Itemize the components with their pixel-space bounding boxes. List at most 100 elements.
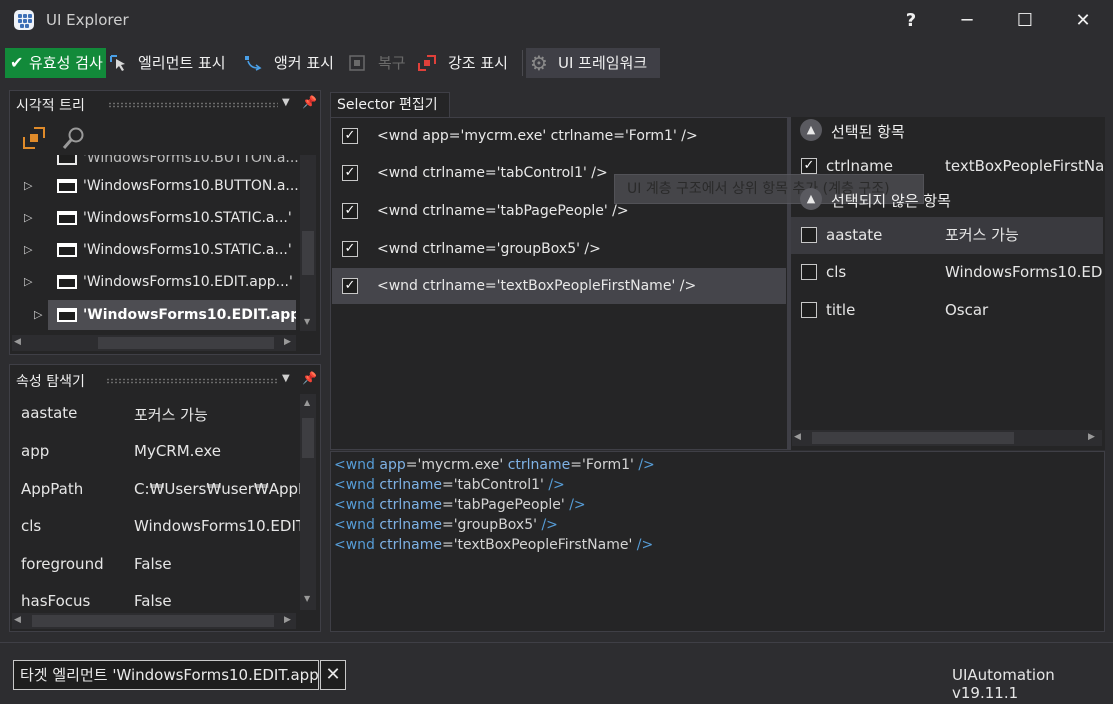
panel-menu-chevron-icon[interactable]: ▼	[282, 97, 290, 108]
toolbar-divider	[522, 50, 523, 76]
property-name: foreground	[21, 555, 104, 573]
select-target-icon[interactable]	[22, 126, 46, 150]
property-horizontal-scrollbar[interactable]: ◀ ▶	[12, 613, 296, 629]
validate-button[interactable]: ✔ 유효성 검사	[5, 48, 106, 78]
minimize-button[interactable]: ─	[950, 6, 984, 36]
tree-item[interactable]: ▷ 'WindowsForms10.BUTTON.a...'	[10, 171, 300, 201]
panel-grip[interactable]	[108, 102, 278, 108]
attribute-row[interactable]: aastate 포커스 가능	[791, 217, 1103, 254]
scroll-up-icon[interactable]: ▲	[304, 398, 310, 407]
scrollbar-thumb[interactable]	[32, 615, 274, 627]
node-text: <wnd ctrlname='groupBox5' />	[377, 241, 601, 257]
expand-arrow-icon[interactable]: ▷	[24, 171, 32, 201]
tree-horizontal-scrollbar[interactable]: ◀ ▶	[12, 335, 296, 351]
scroll-right-icon[interactable]: ▶	[284, 615, 291, 625]
xml-attr: ctrlname	[379, 497, 442, 513]
selector-node[interactable]: ✓ <wnd ctrlname='groupBox5' />	[332, 231, 786, 267]
target-element-field[interactable]: 타겟 엘리먼트 'WindowsForms10.EDIT.app...'	[13, 660, 319, 690]
expand-arrow-icon[interactable]: ▷	[24, 235, 32, 265]
ui-framework-label: UI 프레임워크	[558, 54, 648, 72]
xml-bracket: />	[569, 497, 586, 513]
attribute-checkbox[interactable]	[801, 227, 817, 243]
attribute-checkbox[interactable]	[801, 264, 817, 280]
preview-line: <wnd ctrlname='tabPagePeople' />	[334, 497, 586, 513]
selector-node-selected[interactable]: ✓ <wnd ctrlname='textBoxPeopleFirstName'…	[332, 268, 786, 304]
scrollbar-thumb[interactable]	[302, 231, 314, 275]
xml-value: 'tabPagePeople'	[453, 497, 565, 513]
tree-item[interactable]: ▷ 'WindowsForms10.STATIC.a...'	[10, 203, 300, 233]
property-name: cls	[21, 517, 42, 535]
version-label: UIAutomation v19.11.1	[952, 666, 1055, 702]
selector-preview[interactable]: <wnd app='mycrm.exe' ctrlname='Form1' />…	[330, 451, 1105, 632]
window-title: UI Explorer	[46, 11, 129, 29]
tree-vertical-scrollbar[interactable]: ▼	[300, 155, 316, 331]
expand-arrow-icon[interactable]: ▷	[24, 203, 32, 233]
xml-attr: ctrlname	[379, 537, 442, 553]
node-checkbox[interactable]: ✓	[342, 278, 358, 294]
scroll-right-icon[interactable]: ▶	[284, 337, 291, 347]
maximize-button[interactable]: ☐	[1008, 6, 1042, 36]
scroll-left-icon[interactable]: ◀	[14, 615, 21, 625]
xml-tag: wnd	[345, 457, 375, 473]
window-icon	[57, 275, 77, 289]
tree-item-selected[interactable]: 'WindowsForms10.EDIT.app...'	[48, 300, 296, 330]
xml-tag: wnd	[345, 477, 375, 493]
expand-arrow-icon[interactable]: ▷	[24, 267, 32, 297]
pin-icon[interactable]: 📌	[302, 371, 317, 385]
close-button[interactable]: ✕	[1066, 6, 1100, 36]
scroll-down-icon[interactable]: ▼	[304, 594, 310, 603]
tab-selector-editor[interactable]: Selector 편집기	[330, 92, 450, 118]
preview-line: <wnd ctrlname='groupBox5' />	[334, 517, 558, 533]
tree-item[interactable]: ▷ 'WindowsForms10.EDIT.app...'	[10, 267, 300, 297]
node-checkbox[interactable]: ✓	[342, 165, 358, 181]
attribute-row[interactable]: cls WindowsForms10.EDIT.app	[791, 254, 1103, 291]
ui-framework-button[interactable]: ⚙ UI 프레임워크	[526, 48, 660, 78]
tree-item[interactable]: ▷ 'WindowsForms10.STATIC.a...'	[10, 235, 300, 265]
scrollbar-thumb[interactable]	[98, 337, 274, 349]
attributes-horizontal-scrollbar[interactable]: ◀ ▶	[792, 430, 1102, 446]
scrollbar-thumb[interactable]	[302, 418, 314, 458]
expand-arrow-icon[interactable]: ▷	[34, 300, 42, 330]
xml-attr: ctrlname	[507, 457, 571, 473]
help-button[interactable]: ?	[894, 6, 928, 36]
property-value: False	[134, 592, 172, 610]
property-vertical-scrollbar[interactable]: ▲ ▼	[300, 394, 316, 610]
node-checkbox[interactable]: ✓	[342, 203, 358, 219]
scroll-down-icon[interactable]: ▼	[304, 317, 310, 326]
highlight-button[interactable]: 강조 표시	[418, 48, 518, 78]
xml-bracket: />	[541, 517, 558, 533]
preview-line: <wnd app='mycrm.exe' ctrlname='Form1' />	[334, 457, 655, 473]
collapse-icon[interactable]: ▲	[800, 188, 822, 210]
clear-target-button[interactable]: ✕	[320, 660, 346, 690]
node-checkbox[interactable]: ✓	[342, 128, 358, 144]
xml-bracket: <	[334, 517, 346, 533]
property-name: aastate	[21, 404, 78, 422]
attribute-checkbox[interactable]	[801, 302, 817, 318]
xml-attr: ctrlname	[379, 477, 442, 493]
selected-header-label: 선택된 항목	[831, 123, 905, 141]
show-element-button[interactable]: 엘리먼트 표시	[110, 48, 238, 78]
node-checkbox[interactable]: ✓	[342, 241, 358, 257]
collapse-icon[interactable]: ▲	[800, 119, 822, 141]
highlight-label: 강조 표시	[448, 54, 508, 72]
property-value: 포커스 가능	[134, 406, 208, 424]
xml-attr: app	[379, 457, 406, 473]
show-anchor-label: 앵커 표시	[274, 54, 334, 72]
attribute-row[interactable]: title Oscar	[791, 292, 1103, 329]
xml-bracket: />	[636, 537, 654, 553]
selector-node[interactable]: ✓ <wnd app='mycrm.exe' ctrlname='Form1' …	[332, 118, 786, 154]
attribute-value: Oscar	[945, 301, 989, 319]
scroll-left-icon[interactable]: ◀	[794, 432, 801, 442]
panel-menu-chevron-icon[interactable]: ▼	[282, 373, 290, 384]
search-icon[interactable]	[62, 126, 86, 150]
scroll-left-icon[interactable]: ◀	[14, 337, 21, 347]
property-list: aastate 포커스 가능 app MyCRM.exe AppPath C:₩…	[10, 394, 300, 610]
scroll-right-icon[interactable]: ▶	[1088, 432, 1095, 442]
attribute-checkbox[interactable]: ✓	[801, 158, 817, 174]
tree-item-label: 'WindowsForms10.EDIT.app...'	[83, 307, 296, 323]
restore-button[interactable]: 복구	[348, 48, 412, 78]
pin-icon[interactable]: 📌	[302, 95, 317, 109]
show-anchor-button[interactable]: 앵커 표시	[244, 48, 344, 78]
panel-grip[interactable]	[106, 378, 278, 384]
scrollbar-thumb[interactable]	[812, 432, 1014, 444]
